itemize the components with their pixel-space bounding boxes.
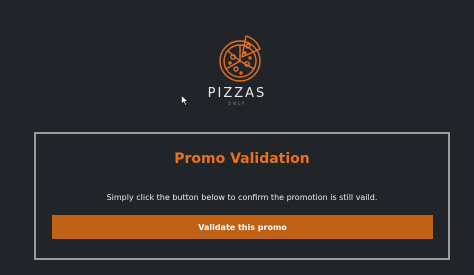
brand-name: PIZZAS xyxy=(207,86,267,101)
promo-description: Simply click the button below to confirm… xyxy=(106,193,378,202)
promo-card: Promo Validation Simply click the button… xyxy=(34,132,450,260)
mouse-cursor-icon xyxy=(181,95,189,106)
validate-promo-button[interactable]: Validate this promo xyxy=(52,215,433,239)
brand-tagline: ONLY xyxy=(227,101,247,106)
pizza-icon xyxy=(219,35,261,82)
promo-title: Promo Validation xyxy=(174,151,310,167)
